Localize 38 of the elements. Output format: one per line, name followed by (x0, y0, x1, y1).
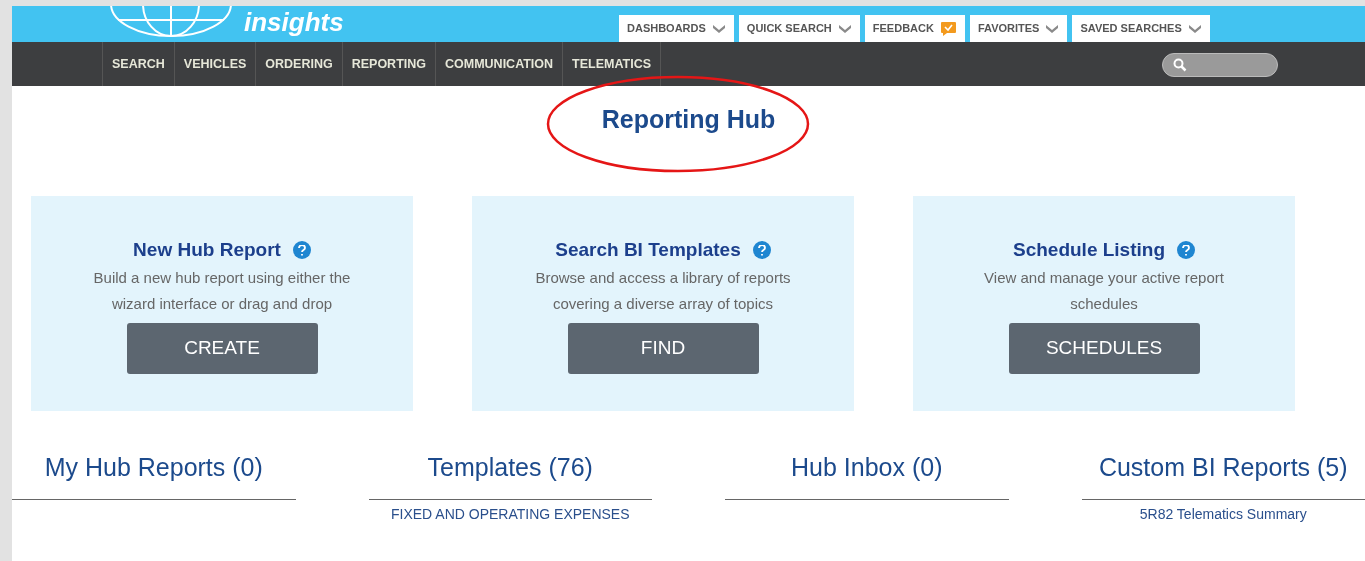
speech-bubble-icon (939, 20, 957, 37)
card-button[interactable]: CREATE (126, 322, 318, 374)
top-menu-item[interactable]: FEEDBACK (864, 15, 965, 42)
nav-item[interactable]: REPORTING (341, 42, 435, 86)
card-description: Browse and access a library of reports covering a diverse array of topics (534, 267, 792, 314)
chevron-down-icon (711, 24, 726, 33)
top-menu-item[interactable]: DASHBOARDS (619, 15, 734, 42)
card-title: New Hub Report (133, 238, 281, 262)
page-title: Reporting Hub (601, 104, 776, 134)
search-field[interactable] (1162, 53, 1278, 77)
section-heading: Custom BI Reports (5) (1098, 452, 1348, 483)
top-menu-item[interactable]: QUICK SEARCH (738, 15, 860, 42)
top-menu-item[interactable]: SAVED SEARCHES (1072, 15, 1210, 42)
logo-text: insights (244, 7, 344, 37)
chevron-down-icon (837, 24, 852, 33)
card-title: Schedule Listing (1013, 238, 1165, 262)
section-heading: Hub Inbox (0) (791, 452, 943, 483)
report-link[interactable]: 5R82 Telematics Summary (1139, 504, 1307, 525)
nav-item[interactable]: ORDERING (255, 42, 342, 86)
card-button[interactable]: FIND (567, 322, 759, 374)
nav-item[interactable]: SEARCH (102, 42, 174, 86)
chevron-down-icon (1045, 24, 1060, 33)
card-title: Search BI Templates (555, 238, 741, 262)
section-heading: My Hub Reports (0) (44, 452, 263, 483)
search-icon (1173, 58, 1187, 72)
nav-item[interactable]: VEHICLES (173, 42, 256, 86)
card-button[interactable]: SCHEDULES (1008, 322, 1200, 374)
section-heading: Templates (76) (427, 452, 593, 483)
report-link[interactable]: FIXED AND OPERATING EXPENSES (390, 504, 630, 525)
card-description: View and manage your active report schedules (983, 267, 1225, 314)
help-icon[interactable] (752, 241, 771, 260)
help-icon[interactable] (292, 241, 311, 260)
nav-item[interactable]: TELEMATICS (562, 42, 661, 86)
card-description: Build a new hub report using either the wizard interface or drag and drop (92, 267, 352, 314)
top-menu-item[interactable]: FAVORITES (969, 15, 1068, 42)
help-icon[interactable] (1177, 241, 1195, 260)
chevron-down-icon (1187, 24, 1202, 33)
nav-item[interactable]: COMMUNICATION (435, 42, 563, 86)
